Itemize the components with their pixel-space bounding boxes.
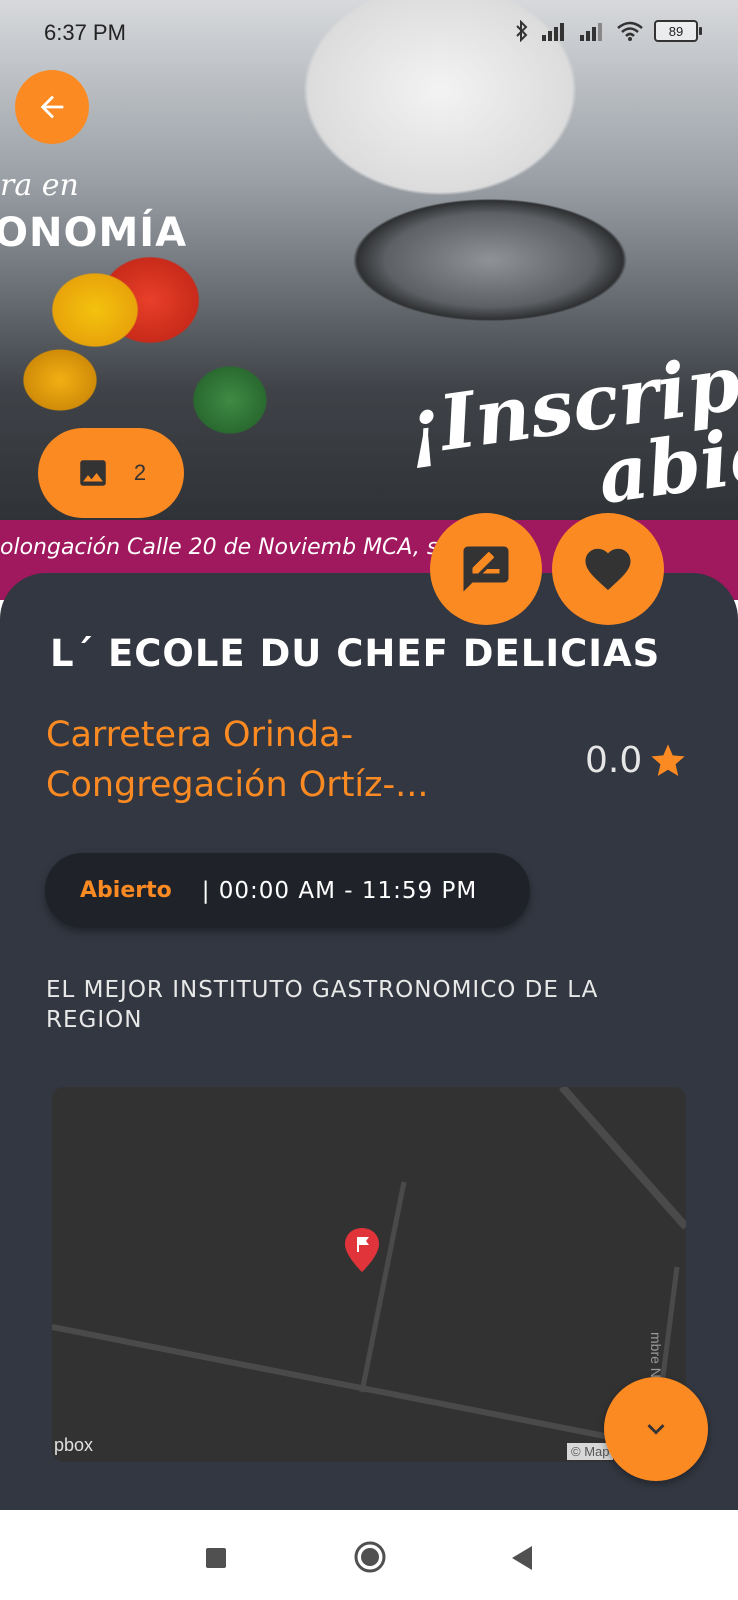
bluetooth-icon <box>516 20 528 42</box>
rating-value: 0.0 <box>585 740 643 781</box>
status-time: 6:37 PM <box>44 20 126 45</box>
place-title: L´ ECOLE DU CHEF DELICIAS <box>50 632 661 675</box>
expand-button[interactable] <box>604 1377 708 1481</box>
hero-text-left: ONOMÍA <box>0 210 188 256</box>
hero-banner-text: olongación Calle 20 de Noviemb MCA, s <box>0 535 439 560</box>
battery-indicator: 89 <box>654 20 702 42</box>
hours-range: | 00:00 AM - 11:59 PM <box>201 877 478 904</box>
place-rating: 0.0 <box>585 740 688 781</box>
heart-icon <box>585 548 631 591</box>
gallery-count: 2 <box>133 460 147 485</box>
place-address[interactable]: Carretera Orinda- Congregación Ortíz-... <box>46 710 566 810</box>
wifi-icon <box>617 21 643 41</box>
address-line-2: Congregación Ortíz-... <box>46 765 429 805</box>
arrow-left-icon <box>40 95 64 119</box>
favorite-button[interactable] <box>552 513 664 625</box>
address-line-1: Carretera Orinda- <box>46 715 354 755</box>
chevron-down-icon <box>647 1424 665 1435</box>
recent-apps-button[interactable] <box>206 1548 226 1568</box>
hero-text-small: ra en <box>0 168 79 203</box>
star-icon <box>651 743 685 776</box>
signal-icon-2 <box>580 23 602 41</box>
back-button[interactable] <box>15 70 89 144</box>
map-street-label: mbre N <box>648 1332 664 1378</box>
status-bar: 6:37 PM 89 <box>0 0 738 66</box>
map-pin-icon[interactable] <box>342 1226 382 1274</box>
location-map[interactable]: mbre N pbox © Map <box>52 1087 686 1462</box>
review-button[interactable] <box>430 513 542 625</box>
rate-review-icon <box>463 546 509 592</box>
place-description: EL MEJOR INSTITUTO GASTRONOMICO DE LA RE… <box>46 977 599 1033</box>
map-attribution[interactable]: pbox <box>54 1435 93 1456</box>
map-roads <box>52 1087 686 1462</box>
home-button[interactable] <box>353 1540 387 1574</box>
hours-pill: Abierto | 00:00 AM - 11:59 PM <box>45 853 530 928</box>
image-icon <box>80 460 106 486</box>
status-icons: 89 <box>514 20 702 42</box>
signal-icon <box>542 23 564 41</box>
back-nav-button[interactable] <box>508 1544 536 1572</box>
gallery-button[interactable]: 2 <box>38 428 184 518</box>
open-status: Abierto <box>80 878 172 903</box>
